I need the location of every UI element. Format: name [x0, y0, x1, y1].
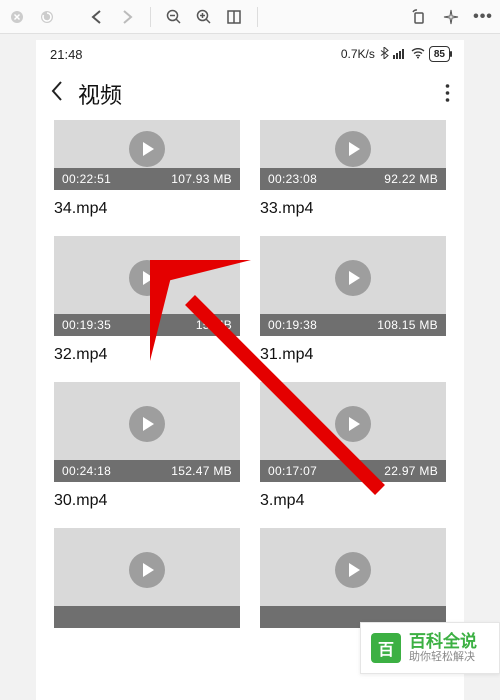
zoom-out-icon[interactable] — [165, 8, 183, 26]
fit-width-icon[interactable] — [225, 8, 243, 26]
video-item[interactable]: 00:19:38 108.15 MB 31.mp4 — [260, 236, 446, 382]
page-title: 视频 — [78, 78, 431, 110]
nav-back-icon[interactable] — [88, 8, 106, 26]
video-info-bar — [54, 606, 240, 628]
video-duration: 00:23:08 — [268, 172, 317, 186]
play-icon — [335, 131, 371, 167]
video-info-bar: 00:24:18 152.47 MB — [54, 460, 240, 482]
menu-button[interactable] — [445, 83, 450, 106]
watermark-subtitle: 助你轻松解决 — [409, 651, 477, 663]
video-duration: 00:17:07 — [268, 464, 317, 478]
play-icon — [129, 552, 165, 588]
app-header: 视频 — [36, 68, 464, 120]
video-duration: 00:22:51 — [62, 172, 111, 186]
video-item[interactable]: 00:19:35 15 MB 32.mp4 — [54, 236, 240, 382]
close-tab-icon[interactable] — [8, 8, 26, 26]
phone-frame: 21:48 0.7K/s 85 视频 00:22:51 107.93 MB 34.m… — [36, 40, 464, 700]
video-thumbnail[interactable]: 00:17:07 22.97 MB — [260, 382, 446, 482]
rotate-icon[interactable] — [410, 8, 428, 26]
battery-indicator: 85 — [429, 46, 450, 62]
play-icon — [335, 260, 371, 296]
video-info-bar: 00:23:08 92.22 MB — [260, 168, 446, 190]
video-item[interactable]: 00:17:07 22.97 MB 3.mp4 — [260, 382, 446, 528]
video-item[interactable]: 00:23:08 92.22 MB 33.mp4 — [260, 120, 446, 236]
video-grid-container[interactable]: 00:22:51 107.93 MB 34.mp4 00:23:08 92.22 MB 3… — [36, 120, 464, 700]
nav-forward-icon[interactable] — [118, 8, 136, 26]
watermark-logo: 百 — [371, 633, 401, 663]
video-thumbnail[interactable] — [54, 528, 240, 628]
video-filename: 3.mp4 — [260, 492, 446, 510]
refresh-icon[interactable] — [38, 8, 56, 26]
video-thumbnail[interactable] — [260, 528, 446, 628]
video-info-bar: 00:19:38 108.15 MB — [260, 314, 446, 336]
video-duration: 00:19:38 — [268, 318, 317, 332]
video-size: 108.15 MB — [377, 318, 438, 332]
wifi-icon — [411, 47, 425, 62]
watermark-badge: 百 百科全说 助你轻松解决 — [360, 622, 500, 674]
signal-icon — [393, 47, 407, 62]
video-size: 152.47 MB — [171, 464, 232, 478]
video-filename: 34.mp4 — [54, 200, 240, 218]
video-item[interactable]: 00:24:18 152.47 MB 30.mp4 — [54, 382, 240, 528]
status-bar: 21:48 0.7K/s 85 — [36, 40, 464, 68]
video-info-bar: 00:17:07 22.97 MB — [260, 460, 446, 482]
video-filename: 32.mp4 — [54, 346, 240, 364]
video-filename: 30.mp4 — [54, 492, 240, 510]
bluetooth-icon — [379, 47, 389, 62]
video-thumbnail[interactable]: 00:22:51 107.93 MB — [54, 120, 240, 190]
video-size: 22.97 MB — [384, 464, 438, 478]
video-size: 107.93 MB — [171, 172, 232, 186]
video-thumbnail[interactable]: 00:23:08 92.22 MB — [260, 120, 446, 190]
more-icon[interactable]: ••• — [474, 8, 492, 26]
back-button[interactable] — [50, 80, 64, 108]
net-speed: 0.7K/s — [341, 47, 375, 61]
browser-toolbar: ••• — [0, 0, 500, 34]
video-thumbnail[interactable]: 00:19:35 15 MB — [54, 236, 240, 336]
sparkle-icon[interactable] — [442, 8, 460, 26]
video-item[interactable] — [54, 528, 240, 656]
clock: 21:48 — [50, 47, 83, 62]
video-info-bar: 00:22:51 107.93 MB — [54, 168, 240, 190]
play-icon — [129, 406, 165, 442]
video-thumbnail[interactable]: 00:24:18 152.47 MB — [54, 382, 240, 482]
video-info-bar: 00:19:35 15 MB — [54, 314, 240, 336]
video-duration: 00:24:18 — [62, 464, 111, 478]
video-size: 92.22 MB — [384, 172, 438, 186]
play-icon — [335, 406, 371, 442]
play-icon — [129, 260, 165, 296]
video-size: 15 MB — [196, 318, 232, 332]
watermark-title: 百科全说 — [409, 633, 477, 652]
video-filename: 31.mp4 — [260, 346, 446, 364]
play-icon — [335, 552, 371, 588]
zoom-in-icon[interactable] — [195, 8, 213, 26]
video-duration: 00:19:35 — [62, 318, 111, 332]
play-icon — [129, 131, 165, 167]
video-item[interactable]: 00:22:51 107.93 MB 34.mp4 — [54, 120, 240, 236]
video-thumbnail[interactable]: 00:19:38 108.15 MB — [260, 236, 446, 336]
video-filename: 33.mp4 — [260, 200, 446, 218]
